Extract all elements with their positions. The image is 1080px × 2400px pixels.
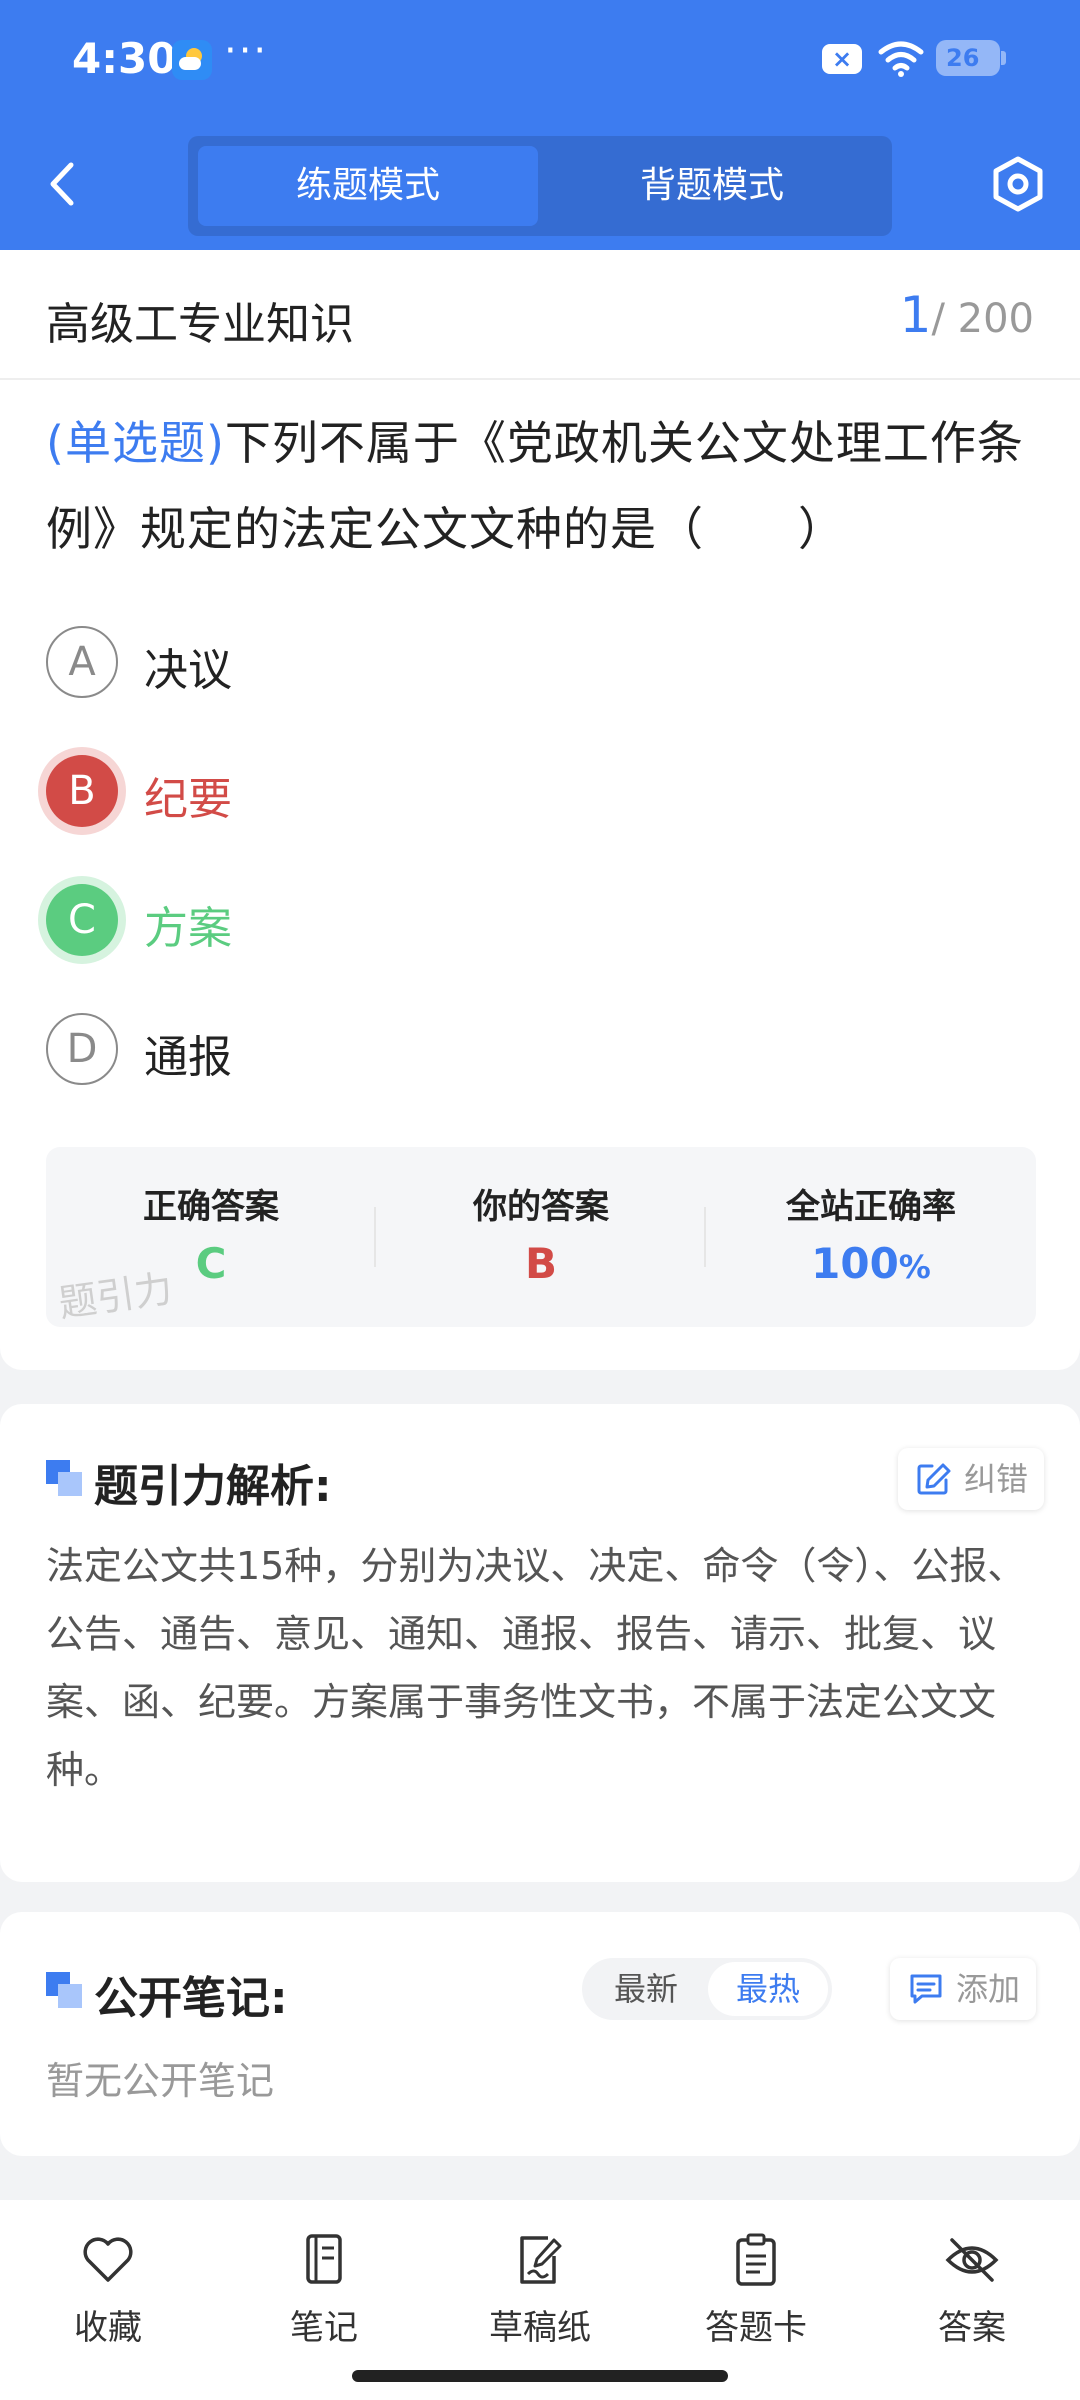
section-title: 高级工专业知识 <box>46 299 354 350</box>
draft-pen-icon <box>520 2236 562 2284</box>
option-text: 纪要 <box>144 774 232 825</box>
sim-disabled-icon: × <box>822 44 862 74</box>
answer-toggle-label: 答案 <box>938 2308 1006 2348</box>
progress-current: 1 <box>899 286 932 344</box>
option-letter: D <box>46 1013 118 1085</box>
note-button[interactable]: 笔记 <box>224 2230 424 2349</box>
favorite-button[interactable]: 收藏 <box>8 2230 208 2349</box>
empty-notes-text: 暂无公开笔记 <box>46 2059 275 2103</box>
back-button[interactable] <box>42 154 82 214</box>
draft-paper-button[interactable]: 草稿纸 <box>440 2230 640 2349</box>
edit-icon <box>917 1463 951 1495</box>
clipboard-icon <box>736 2233 776 2286</box>
status-time: 4:30 <box>72 34 177 83</box>
option-letter: A <box>46 626 118 698</box>
notes-title: 公开笔记: <box>94 1973 288 2024</box>
mode-switch: 练题模式 背题模式 <box>188 136 892 236</box>
question-text: (单选题)下列不属于《党政机关公文处理工作条例》规定的法定公文文种的是（ ） <box>46 400 1036 572</box>
site-accuracy: 全站正确率 100% <box>706 1147 1036 1327</box>
site-accuracy-value: 100% <box>706 1239 1036 1288</box>
analysis-text: 法定公文共15种，分别为决议、决定、命令（令）、公报、公告、通告、意见、通知、通… <box>46 1544 1026 1792</box>
notebook-icon <box>306 2234 342 2284</box>
answer-summary: 正确答案 C 你的答案 B 全站正确率 100% 题引力 <box>46 1147 1036 1327</box>
home-indicator[interactable] <box>352 2370 728 2382</box>
answer-card-label: 答题卡 <box>705 2308 807 2348</box>
answer-toggle-button[interactable]: 答案 <box>872 2230 1072 2349</box>
add-note-label: 添加 <box>956 1970 1021 2008</box>
eye-off-icon <box>945 2238 999 2282</box>
tab-practice-mode[interactable]: 练题模式 <box>198 146 538 226</box>
heart-icon <box>83 2237 133 2282</box>
question-card: 高级工专业知识 1/ 200 (单选题)下列不属于《党政机关公文处理工作条例》规… <box>0 250 1080 1370</box>
section-square-icon <box>46 1460 82 1496</box>
nav-bar: 练题模式 背题模式 <box>0 130 1080 240</box>
report-error-button[interactable]: 纠错 <box>898 1448 1045 1510</box>
option-text: 决议 <box>144 645 232 696</box>
section-square-icon <box>46 1972 82 2008</box>
site-accuracy-label: 全站正确率 <box>786 1187 956 1227</box>
option-c[interactable]: C 方案 <box>46 884 946 956</box>
note-label: 笔记 <box>290 2308 358 2348</box>
comment-icon <box>910 1974 942 2004</box>
battery-indicator: 26 <box>936 40 1006 76</box>
chevron-left-icon <box>50 162 74 206</box>
question-type: (单选题) <box>46 416 225 470</box>
your-answer: 你的答案 B <box>376 1147 706 1327</box>
sort-newest[interactable]: 最新 <box>586 1962 706 2016</box>
draft-paper-label: 草稿纸 <box>489 2308 591 2348</box>
app-header: 4:30 ··· × 26 练题模式 背题模式 <box>0 0 1080 250</box>
analysis-card: 题引力解析: 纠错 法定公文共15种，分别为决议、决定、命令（令）、公报、公告、… <box>0 1404 1080 1882</box>
option-letter: C <box>46 884 118 956</box>
option-a[interactable]: A 决议 <box>46 626 946 698</box>
option-b[interactable]: B 纪要 <box>46 755 946 827</box>
favorite-label: 收藏 <box>74 2308 142 2348</box>
wifi-icon <box>878 41 924 77</box>
progress-total: / 200 <box>931 296 1034 342</box>
option-letter: B <box>46 755 118 827</box>
question-header: 高级工专业知识 1/ 200 <box>0 250 1080 380</box>
option-d[interactable]: D 通报 <box>46 1013 946 1085</box>
add-note-button[interactable]: 添加 <box>890 1958 1037 2020</box>
report-error-label: 纠错 <box>964 1460 1029 1498</box>
option-text: 方案 <box>144 903 232 954</box>
question-progress[interactable]: 1/ 200 <box>900 286 1034 344</box>
correct-answer-label: 正确答案 <box>143 1187 279 1227</box>
settings-button[interactable] <box>988 152 1048 216</box>
analysis-title: 题引力解析: <box>94 1461 332 1512</box>
sort-hottest[interactable]: 最热 <box>708 1962 828 2016</box>
public-notes-card: 公开笔记: 最新 最热 添加 暂无公开笔记 <box>0 1912 1080 2156</box>
your-answer-value: B <box>524 1239 557 1288</box>
accuracy-unit: % <box>898 1248 931 1286</box>
tab-recite-mode[interactable]: 背题模式 <box>542 146 882 226</box>
status-bar: 4:30 ··· × 26 <box>0 0 1080 120</box>
weather-icon <box>172 40 212 80</box>
notes-sort-switch: 最新 最热 <box>582 1958 832 2020</box>
your-answer-label: 你的答案 <box>473 1187 609 1227</box>
accuracy-number: 100 <box>811 1239 899 1288</box>
option-text: 通报 <box>144 1032 232 1083</box>
more-notifications-icon: ··· <box>224 28 269 74</box>
answer-card-button[interactable]: 答题卡 <box>656 2230 856 2349</box>
settings-hexagon-icon <box>993 156 1043 212</box>
